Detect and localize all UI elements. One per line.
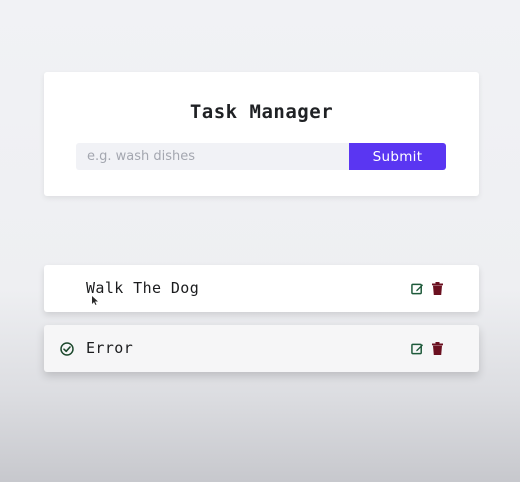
task-title: Error xyxy=(86,339,134,357)
trash-icon[interactable] xyxy=(432,282,443,295)
page-title: Task Manager xyxy=(189,101,334,123)
task-title: Walk The Dog xyxy=(86,279,200,297)
edit-icon[interactable] xyxy=(411,282,424,295)
submit-button[interactable]: Submit xyxy=(349,143,446,170)
task-form-card: Task Manager Submit xyxy=(44,72,479,196)
check-circle-icon[interactable] xyxy=(60,342,74,356)
edit-icon[interactable] xyxy=(411,342,424,355)
task-item: Walk The Dog xyxy=(44,265,479,312)
trash-icon[interactable] xyxy=(432,342,443,355)
mouse-cursor-icon xyxy=(92,296,98,305)
task-input[interactable] xyxy=(76,143,350,170)
task-item: Error xyxy=(44,325,479,372)
